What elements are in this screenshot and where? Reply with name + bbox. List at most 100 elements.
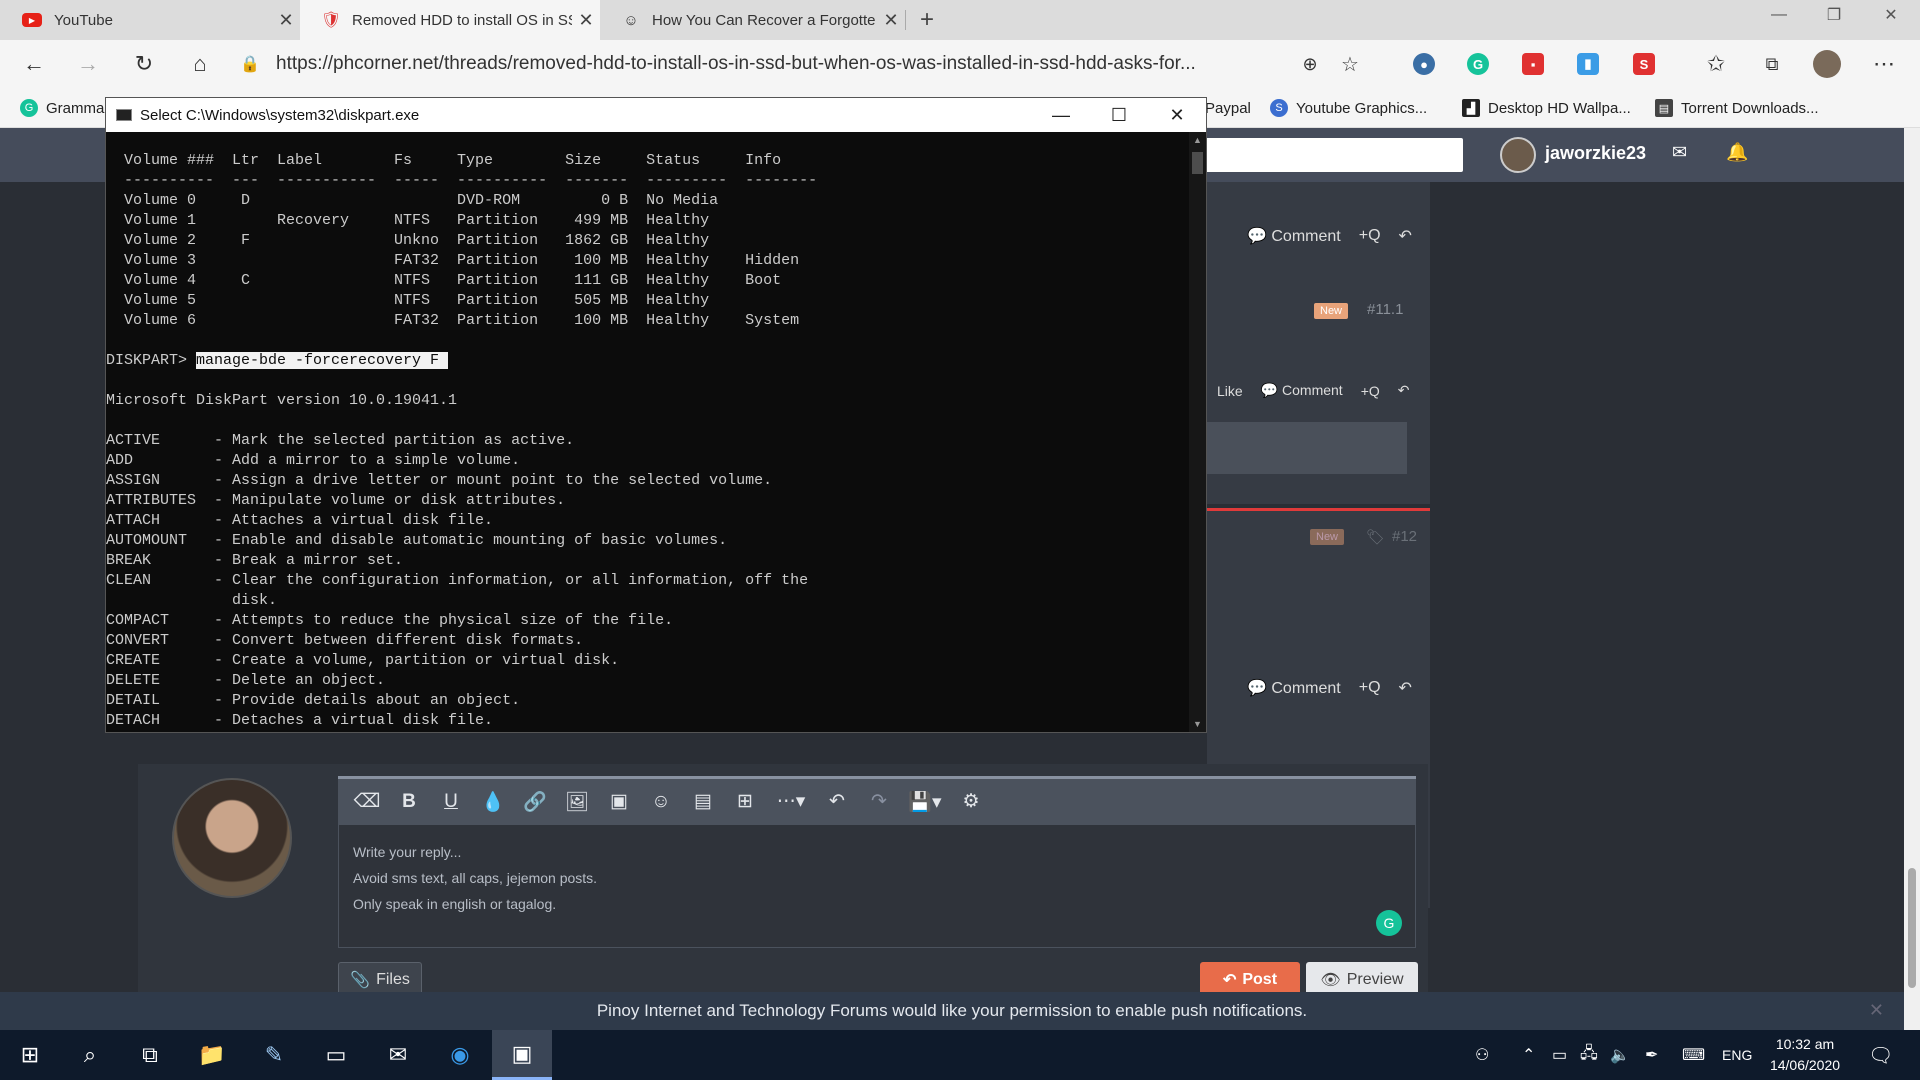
minimize-icon[interactable]: — [1750,0,1808,30]
profile-avatar[interactable] [1813,50,1841,78]
eraser-icon[interactable]: ⌫ [350,785,384,819]
image-icon[interactable]: 🖼 [560,785,594,819]
search-icon[interactable]: ⌕ [60,1030,120,1080]
post-number[interactable]: #11.1 [1367,301,1403,318]
bookmark-extension-icon[interactable]: ▮ [1577,53,1599,75]
quote-button[interactable]: +Q [1361,383,1380,399]
close-icon[interactable]: ✕ [1869,1000,1884,1021]
restore-icon[interactable]: ❐ [1805,0,1863,30]
back-icon[interactable]: ← [18,48,50,80]
close-icon[interactable]: ✕ [272,10,300,31]
keyboard-icon[interactable]: ⌨ [1682,1030,1705,1080]
tab-phcorner[interactable]: 🛡 Removed HDD to install OS in SS ✕ [300,0,600,40]
home-icon[interactable]: ⌂ [184,48,216,80]
save-draft-icon[interactable]: 💾▾ [904,785,946,819]
undo-icon[interactable]: ↶ [820,785,854,819]
language-indicator[interactable]: ENG [1722,1030,1752,1080]
grammarly-icon[interactable]: G [1467,53,1489,75]
pen-icon[interactable]: ✒ [1645,1030,1658,1080]
people-icon[interactable]: ⚇ [1475,1030,1489,1080]
reply-icon[interactable]: ↶ [1398,382,1410,399]
redo-icon[interactable]: ↷ [862,785,896,819]
star-icon[interactable]: ☆ [1330,48,1370,80]
bookmark-youtube-graphics[interactable]: S Youtube Graphics... [1270,88,1427,128]
close-icon[interactable]: ✕ [572,10,600,31]
tab-recover-password[interactable]: ☺ How You Can Recover a Forgotte ✕ [600,0,905,40]
s-extension-icon[interactable]: S [1633,53,1655,75]
more-icon[interactable]: ⋯ [1868,48,1900,80]
reply-icon[interactable]: ↶ [1399,226,1412,246]
comment-button[interactable]: 💬 Comment [1247,226,1341,246]
console-scrollbar[interactable]: ▲ ▼ [1189,132,1206,732]
bell-icon[interactable]: 🔔 [1726,142,1748,163]
windows-start-icon[interactable]: ⊞ [0,1030,60,1080]
close-icon[interactable]: ✕ [1148,98,1206,132]
new-tab-button[interactable]: + [914,0,940,40]
quote-button[interactable]: +Q [1359,679,1381,697]
bookmark-paypal[interactable]: Paypal [1205,88,1251,128]
forward-icon[interactable]: → [72,48,104,80]
minimize-icon[interactable]: — [1032,98,1090,132]
username[interactable]: jaworzkie23 [1545,143,1646,164]
scrollbar-thumb[interactable] [1192,152,1203,174]
link-icon[interactable]: 🔗 [518,785,552,819]
scroll-up-icon[interactable]: ▲ [1189,132,1206,148]
battery-icon[interactable]: ▭ [1552,1030,1567,1080]
post-number[interactable]: #12 [1392,528,1417,545]
torrent-icon: ▤ [1655,99,1673,117]
address-bar[interactable]: 🔒 https://phcorner.net/threads/removed-h… [240,46,1370,82]
network-icon[interactable]: 🖧 [1580,1030,1598,1080]
page-scrollbar[interactable] [1904,128,1920,1030]
collections-icon[interactable]: ⧉ [1756,48,1788,80]
emoji-icon[interactable]: ☺ [644,785,678,819]
tab-youtube[interactable]: ▶ YouTube ✕ [0,0,300,40]
task-view-icon[interactable]: ⧉ [120,1030,180,1080]
avatar[interactable] [1500,137,1536,173]
edge-browser-icon[interactable]: ◉ [430,1030,490,1080]
comment-button[interactable]: 💬 Comment [1247,678,1341,698]
clock[interactable]: 10:32 am 14/06/2020 [1760,1034,1850,1076]
console-line: ---------- --- ----------- ----- -------… [106,172,818,189]
color-drop-icon[interactable]: 💧 [476,785,510,819]
refresh-icon[interactable]: ↻ [128,48,160,80]
notification-center-icon[interactable]: 🗨 [1868,1030,1893,1080]
extension-icon[interactable]: ● [1413,53,1435,75]
underline-icon[interactable]: U [434,785,468,819]
bold-icon[interactable]: B [392,785,426,819]
chevron-up-icon[interactable]: ⌃ [1522,1030,1535,1080]
mail-icon[interactable]: ✉ [1672,142,1687,163]
more-options-icon[interactable]: ⋯▾ [770,785,812,819]
grammarly-icon[interactable]: G [1376,910,1402,936]
bookmark-grammarly[interactable]: G Gramma [20,88,104,128]
scroll-down-icon[interactable]: ▼ [1189,716,1206,732]
gif-icon[interactable]: ▤ [686,785,720,819]
bookmark-icon[interactable]: 🏷 [1366,528,1385,546]
scrollbar-thumb[interactable] [1908,868,1916,988]
comment-button[interactable]: 💬 Comment [1261,382,1343,399]
video-icon[interactable]: ▣ [602,785,636,819]
quote-button[interactable]: +Q [1359,227,1381,245]
maximize-icon[interactable]: ☐ [1090,98,1148,132]
extension-icon[interactable]: ▪ [1522,53,1544,75]
bookmark-desktop-wallpaper[interactable]: ▟ Desktop HD Wallpa... [1462,88,1631,128]
like-button[interactable]: Like [1217,383,1243,399]
search-input[interactable] [1205,138,1463,172]
reply-icon[interactable]: ↶ [1399,678,1412,698]
table-icon[interactable]: ⊞ [728,785,762,819]
favorites-icon[interactable]: ✩ [1700,48,1732,80]
console-output[interactable]: Volume ### Ltr Label Fs Type Size Status… [106,132,1186,732]
terminal-icon[interactable]: ▭ [306,1030,366,1080]
selected-command-text[interactable]: manage-bde -forcerecovery F [196,352,449,369]
close-window-icon[interactable]: ✕ [1862,0,1920,30]
add-to-favorites-icon[interactable]: ⊕ [1290,48,1330,80]
cmd-taskbar-icon[interactable]: ▣ [492,1030,552,1080]
window-titlebar[interactable]: Select C:\Windows\system32\diskpart.exe … [106,98,1206,132]
pen-app-icon[interactable]: ✎ [244,1030,304,1080]
close-icon[interactable]: ✕ [877,10,905,31]
reply-editor[interactable]: Write your reply... Avoid sms text, all … [338,824,1416,948]
bookmark-torrent-downloads[interactable]: ▤ Torrent Downloads... [1655,88,1819,128]
gear-icon[interactable]: ⚙ [954,785,988,819]
volume-icon[interactable]: 🔈 [1610,1030,1630,1080]
mail-icon[interactable]: ✉ [368,1030,428,1080]
file-explorer-icon[interactable]: 📁 [182,1030,242,1080]
